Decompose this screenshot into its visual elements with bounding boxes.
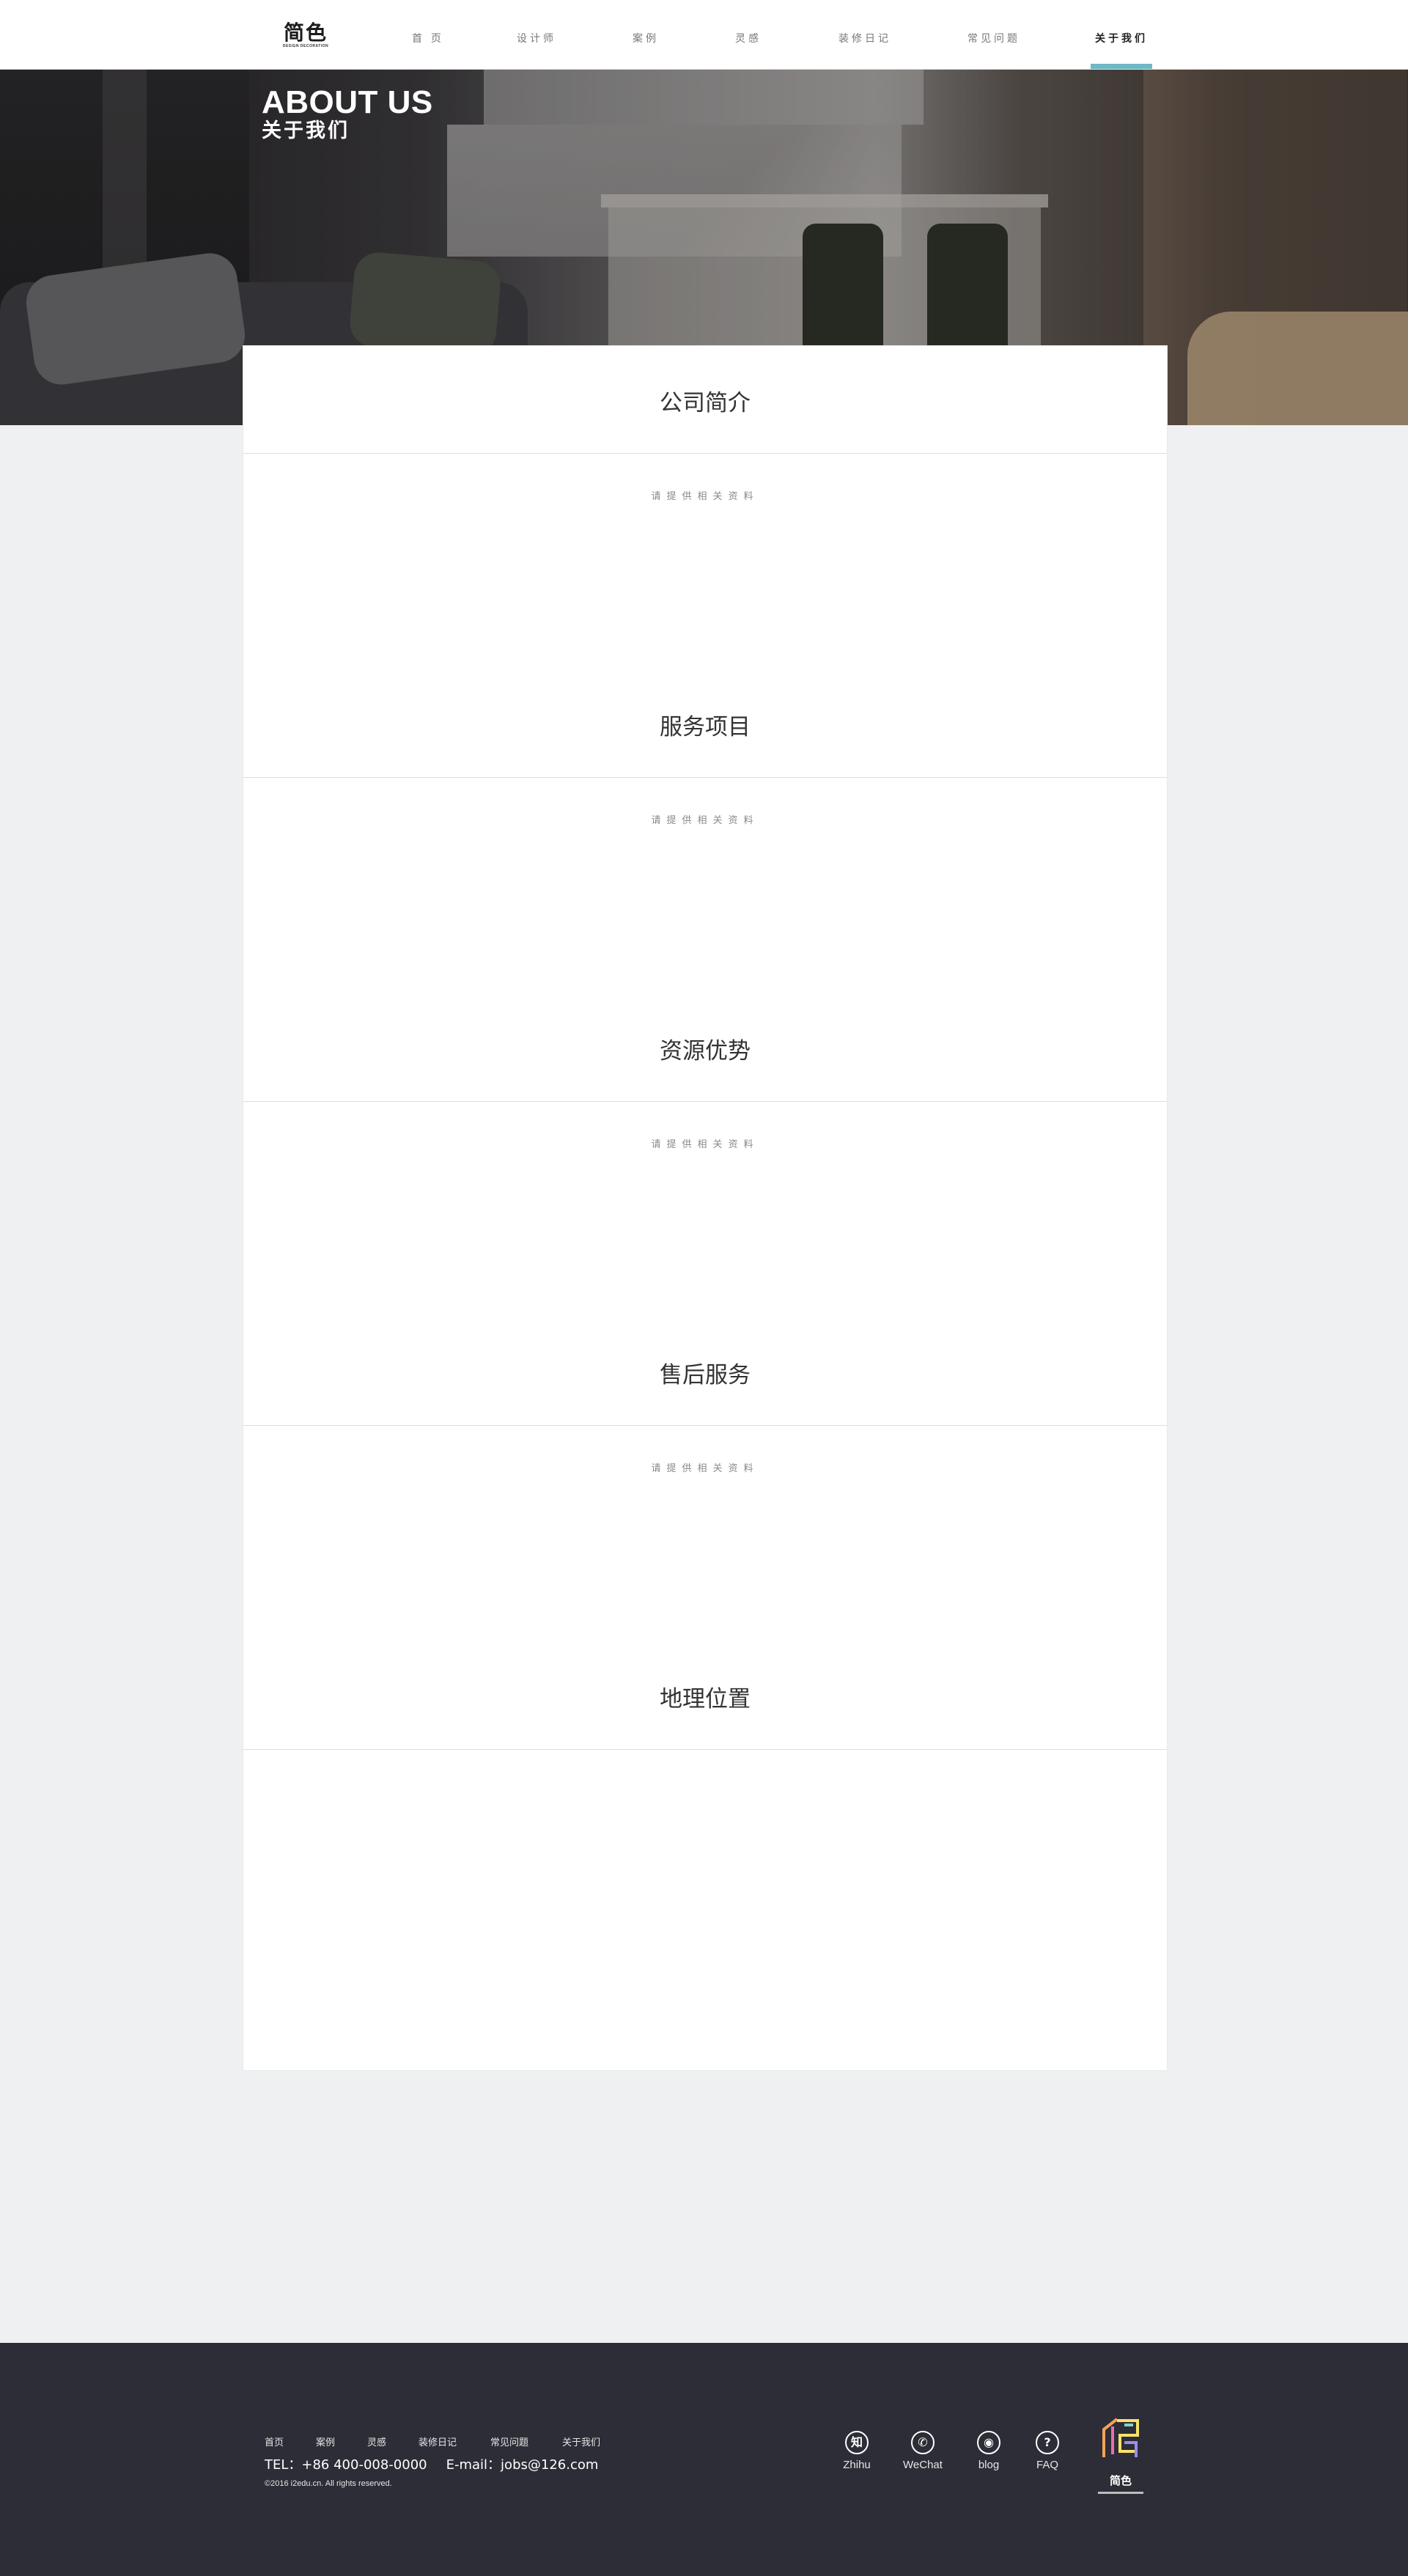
social-label: blog <box>978 2459 1000 2471</box>
social-wechat[interactable]: ✆ WeChat <box>890 2431 956 2472</box>
section-title: 售后服务 <box>660 1362 751 1388</box>
footer-link-home[interactable]: 首页 <box>265 2435 284 2448</box>
footer-logo-mark-icon <box>1102 2418 1139 2457</box>
section-company-intro: 公司简介 请提供相关资料 <box>243 374 1167 698</box>
footer-logo-underline <box>1098 2492 1143 2494</box>
about-content-card: 公司简介 请提供相关资料 服务项目 请提供相关资料 资源优势 请提供相关资料 售… <box>243 345 1168 2071</box>
wechat-icon: ✆ <box>911 2431 935 2454</box>
nav-item-cases[interactable]: 案例 <box>629 0 663 69</box>
faq-icon: ? <box>1036 2431 1059 2454</box>
footer-copyright: ©2016 i2edu.cn. All rights reserved. <box>265 2479 392 2488</box>
section-location: 地理位置 <box>243 1670 1167 2066</box>
nav-item-about-us-label: 关于我们 <box>1095 32 1148 44</box>
section-title: 地理位置 <box>660 1686 751 1712</box>
footer-logo: 简色 <box>1095 2413 1146 2494</box>
hero-title: ABOUT US <box>262 84 433 120</box>
site-logo[interactable]: 简色 DESIGN DECORATION <box>280 22 331 50</box>
hero-subtitle: 关于我们 <box>262 119 350 142</box>
footer-link-faq[interactable]: 常见问题 <box>490 2435 528 2448</box>
footer-contact: TEL：+86 400-008-0000 E-mail：jobs@126.com <box>265 2454 617 2473</box>
section-title: 资源优势 <box>660 1038 751 1064</box>
site-header: 简色 DESIGN DECORATION 首 页 设计师 案例 灵感 装修日记 … <box>0 0 1408 70</box>
active-nav-indicator <box>1091 64 1152 69</box>
section-services: 服务项目 请提供相关资料 <box>243 698 1167 1022</box>
weibo-icon: ◉ <box>977 2431 1000 2454</box>
section-divider <box>243 1425 1167 1426</box>
footer-link-cases[interactable]: 案例 <box>316 2435 335 2448</box>
nav-item-home[interactable]: 首 页 <box>408 0 449 69</box>
social-label: WeChat <box>903 2459 943 2471</box>
footer-link-about-us[interactable]: 关于我们 <box>562 2435 600 2448</box>
social-label: FAQ <box>1036 2459 1058 2471</box>
section-resource-advantages: 资源优势 请提供相关资料 <box>243 1022 1167 1346</box>
footer-link-inspiration[interactable]: 灵感 <box>367 2435 386 2448</box>
social-zhihu[interactable]: 知 Zhihu <box>824 2431 890 2472</box>
section-divider <box>243 777 1167 778</box>
section-divider <box>243 1749 1167 1750</box>
section-placeholder-text: 请提供相关资料 <box>651 491 759 502</box>
section-divider <box>243 1101 1167 1102</box>
social-faq[interactable]: ? FAQ <box>1014 2431 1080 2472</box>
section-after-sales: 售后服务 请提供相关资料 <box>243 1346 1167 1670</box>
social-label: Zhihu <box>843 2459 871 2471</box>
section-divider <box>243 453 1167 454</box>
section-placeholder-text: 请提供相关资料 <box>651 815 759 826</box>
logo-tagline: DESIGN DECORATION <box>282 44 329 48</box>
section-title: 公司简介 <box>660 390 751 416</box>
nav-item-about-us[interactable]: 关于我们 <box>1091 0 1152 69</box>
social-blog[interactable]: ◉ blog <box>956 2431 1022 2472</box>
nav-item-renovation-diary[interactable]: 装修日记 <box>836 0 894 69</box>
footer-logo-text: 简色 <box>1109 2474 1132 2487</box>
section-title: 服务项目 <box>660 714 751 740</box>
zhihu-icon: 知 <box>845 2431 869 2454</box>
nav-item-inspiration[interactable]: 灵感 <box>731 0 765 69</box>
footer-link-renovation-diary[interactable]: 装修日记 <box>419 2435 457 2448</box>
footer-tel: TEL：+86 400-008-0000 <box>265 2457 427 2473</box>
nav-item-faq[interactable]: 常见问题 <box>965 0 1023 69</box>
section-placeholder-text: 请提供相关资料 <box>651 1139 759 1150</box>
footer-email[interactable]: E-mail：jobs@126.com <box>446 2457 599 2473</box>
site-footer: 首页 案例 灵感 装修日记 常见问题 关于我们 TEL：+86 400-008-… <box>0 2343 1408 2576</box>
section-placeholder-text: 请提供相关资料 <box>651 1463 759 1474</box>
nav-item-designers[interactable]: 设计师 <box>513 0 560 69</box>
logo-mark: 简色 <box>283 21 328 45</box>
